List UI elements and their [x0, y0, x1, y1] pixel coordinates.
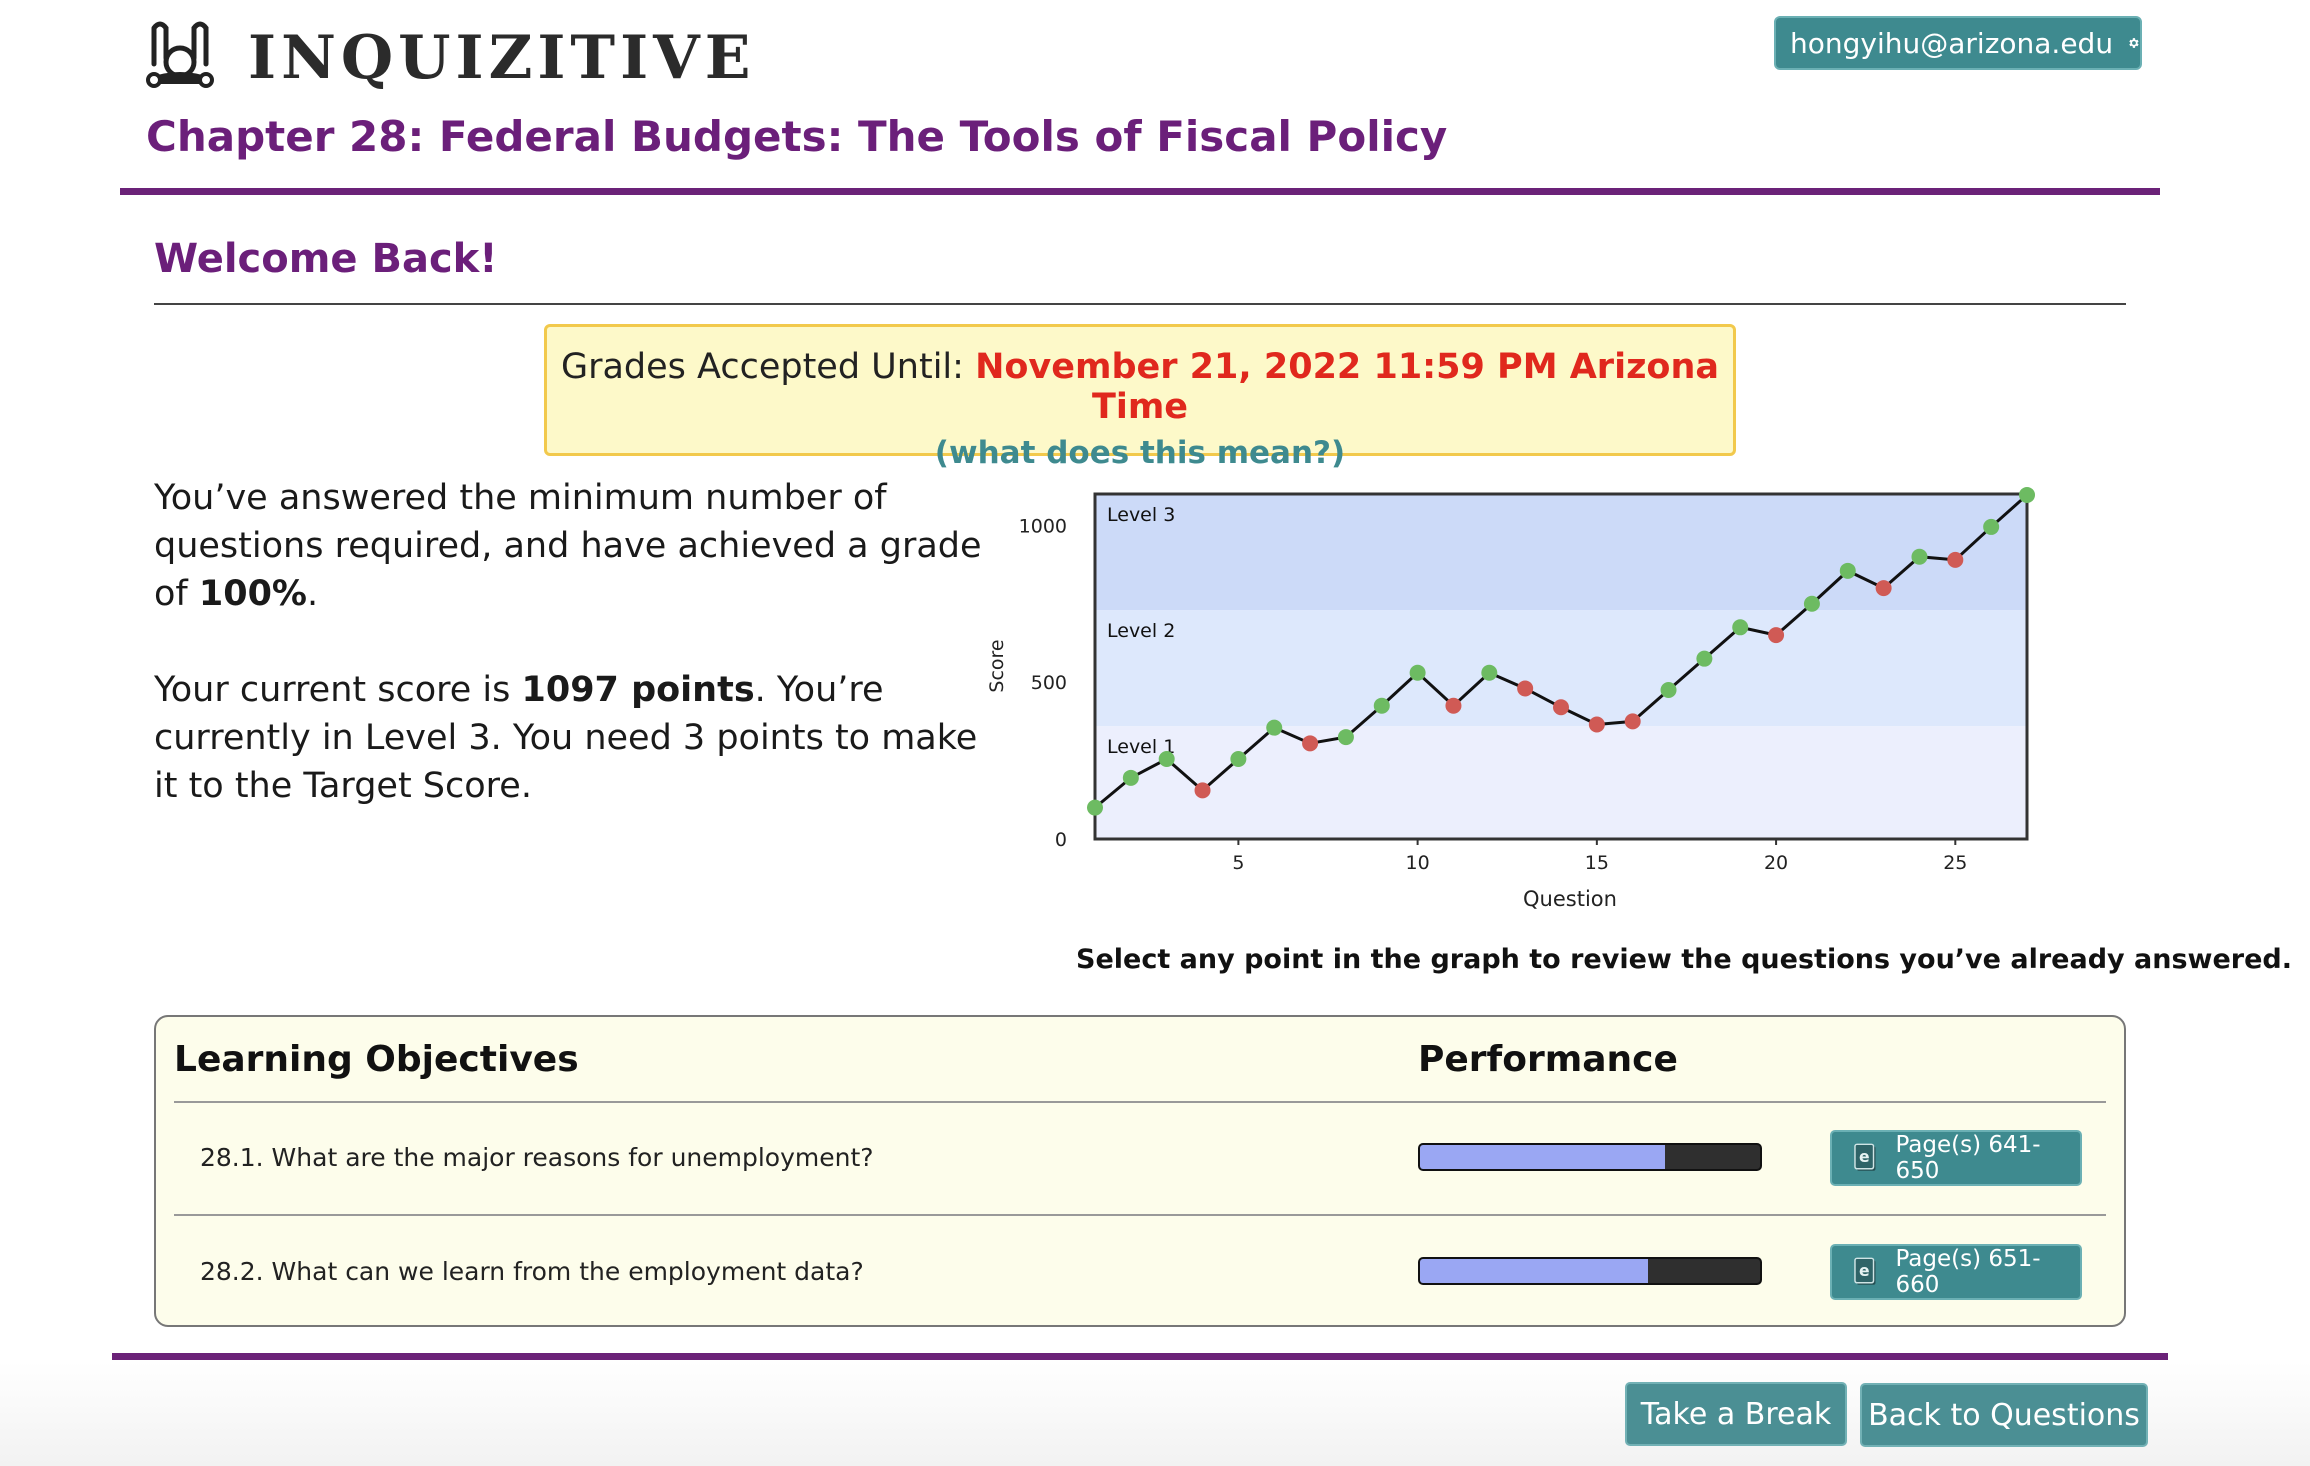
incorrect-answer-point[interactable] — [1302, 735, 1319, 752]
welcome-divider — [154, 303, 2126, 305]
correct-answer-point[interactable] — [1230, 751, 1247, 768]
correct-answer-point[interactable] — [1481, 664, 1498, 681]
objective-text: 28.1. What are the major reasons for une… — [200, 1143, 874, 1172]
correct-answer-point[interactable] — [2019, 486, 2035, 503]
take-break-button[interactable]: Take a Break — [1625, 1382, 1847, 1446]
incorrect-answer-point[interactable] — [1875, 580, 1892, 597]
footer-bar: Take a Break Back to Questions — [0, 1362, 2310, 1466]
correct-answer-point[interactable] — [1373, 697, 1390, 714]
incorrect-answer-point[interactable] — [1445, 697, 1462, 714]
inquizitive-logo — [146, 21, 214, 88]
incorrect-answer-point[interactable] — [1947, 551, 1964, 568]
page-range: Page(s) 641-650 — [1895, 1132, 2041, 1184]
score-paragraph: Your current score is 1097 points. You’r… — [154, 670, 978, 806]
grade-paragraph: You’ve answered the minimum number of qu… — [154, 478, 982, 614]
performance-bar — [1418, 1143, 1762, 1171]
welcome-heading: Welcome Back! — [154, 236, 498, 282]
level-band-label: Level 2 — [1107, 620, 1175, 642]
score-progress-chart: Level 1Level 2Level 3 5 10 15 20 2505001000 … — [986, 486, 2035, 911]
ebook-icon: e — [1854, 1257, 1876, 1285]
correct-answer-point[interactable] — [1087, 799, 1103, 816]
correct-answer-point[interactable] — [1122, 769, 1139, 786]
incorrect-answer-point[interactable] — [1194, 782, 1211, 799]
correct-answer-point[interactable] — [1983, 518, 2000, 535]
level-band-label: Level 3 — [1107, 504, 1175, 526]
user-email: hongyihu@arizona.edu — [1790, 26, 2114, 60]
x-tick-label: 10 — [1406, 852, 1430, 874]
correct-answer-point[interactable] — [1409, 664, 1426, 681]
x-axis-label: Question — [1523, 887, 1617, 911]
performance-bar — [1418, 1257, 1762, 1285]
incorrect-answer-point[interactable] — [1624, 713, 1641, 730]
svg-text:e: e — [1859, 1262, 1870, 1280]
correct-answer-point[interactable] — [1803, 595, 1820, 612]
incorrect-answer-point[interactable] — [1768, 627, 1785, 644]
ebook-icon: e — [1854, 1143, 1876, 1171]
correct-answer-point[interactable] — [1911, 548, 1928, 565]
deadline-label: Grades Accepted Until: — [560, 347, 976, 387]
level-band — [1095, 726, 2027, 839]
gear-icon — [2129, 38, 2139, 48]
y-tick-label: 0 — [1055, 829, 1067, 851]
objectives-header: Learning Objectives — [174, 1039, 579, 1080]
performance-bar-fill — [1420, 1259, 1648, 1283]
page-range: Page(s) 651-660 — [1895, 1246, 2041, 1298]
score-summary: You’ve answered the minimum number of qu… — [154, 474, 984, 858]
incorrect-answer-point[interactable] — [1588, 716, 1605, 733]
header-divider — [120, 188, 2160, 195]
deadline-banner: Grades Accepted Until: November 21, 2022… — [544, 324, 1736, 471]
correct-answer-point[interactable] — [1696, 650, 1713, 667]
ebook-pages-button[interactable]: e Page(s) 651-660 — [1830, 1244, 2082, 1300]
user-account-button[interactable]: hongyihu@arizona.edu — [1774, 16, 2142, 70]
brand-wordmark: INQUIZITIVE — [248, 23, 756, 93]
incorrect-answer-point[interactable] — [1517, 680, 1534, 697]
learning-objectives-panel: Learning Objectives Performance 28.1. Wh… — [154, 1015, 2126, 1327]
correct-answer-point[interactable] — [1732, 619, 1749, 636]
points-value: 1097 points — [521, 670, 755, 710]
x-tick-label: 15 — [1585, 852, 1609, 874]
y-tick-label: 1000 — [1019, 515, 1067, 537]
chart-hint: Select any point in the graph to review … — [1076, 944, 2293, 975]
objective-text: 28.2. What can we learn from the employm… — [200, 1257, 864, 1286]
grade-value: 100% — [198, 574, 308, 614]
y-axis-label: Score — [986, 639, 1008, 692]
x-tick-label: 20 — [1764, 852, 1788, 874]
performance-header: Performance — [1418, 1039, 1678, 1080]
correct-answer-point[interactable] — [1660, 682, 1677, 699]
deadline-help-link[interactable]: (what does this mean?) — [547, 435, 1733, 471]
x-tick-label: 5 — [1232, 852, 1244, 874]
back-to-questions-button[interactable]: Back to Questions — [1860, 1383, 2148, 1447]
y-tick-label: 500 — [1031, 672, 1067, 694]
objective-row-divider — [174, 1214, 2106, 1216]
performance-bar-fill — [1420, 1145, 1665, 1169]
footer-divider — [112, 1353, 2168, 1360]
correct-answer-point[interactable] — [1839, 562, 1856, 579]
incorrect-answer-point[interactable] — [1553, 699, 1569, 716]
deadline-date: November 21, 2022 11:59 PM Arizona Time — [975, 347, 1720, 427]
svg-text:e: e — [1859, 1148, 1870, 1166]
x-tick-label: 25 — [1943, 852, 1967, 874]
ebook-pages-button[interactable]: e Page(s) 641-650 — [1830, 1130, 2082, 1186]
correct-answer-point[interactable] — [1337, 729, 1354, 746]
objectives-header-divider — [174, 1101, 2106, 1103]
correct-answer-point[interactable] — [1158, 751, 1175, 768]
correct-answer-point[interactable] — [1266, 719, 1283, 736]
chapter-title: Chapter 28: Federal Budgets: The Tools o… — [146, 112, 1448, 161]
